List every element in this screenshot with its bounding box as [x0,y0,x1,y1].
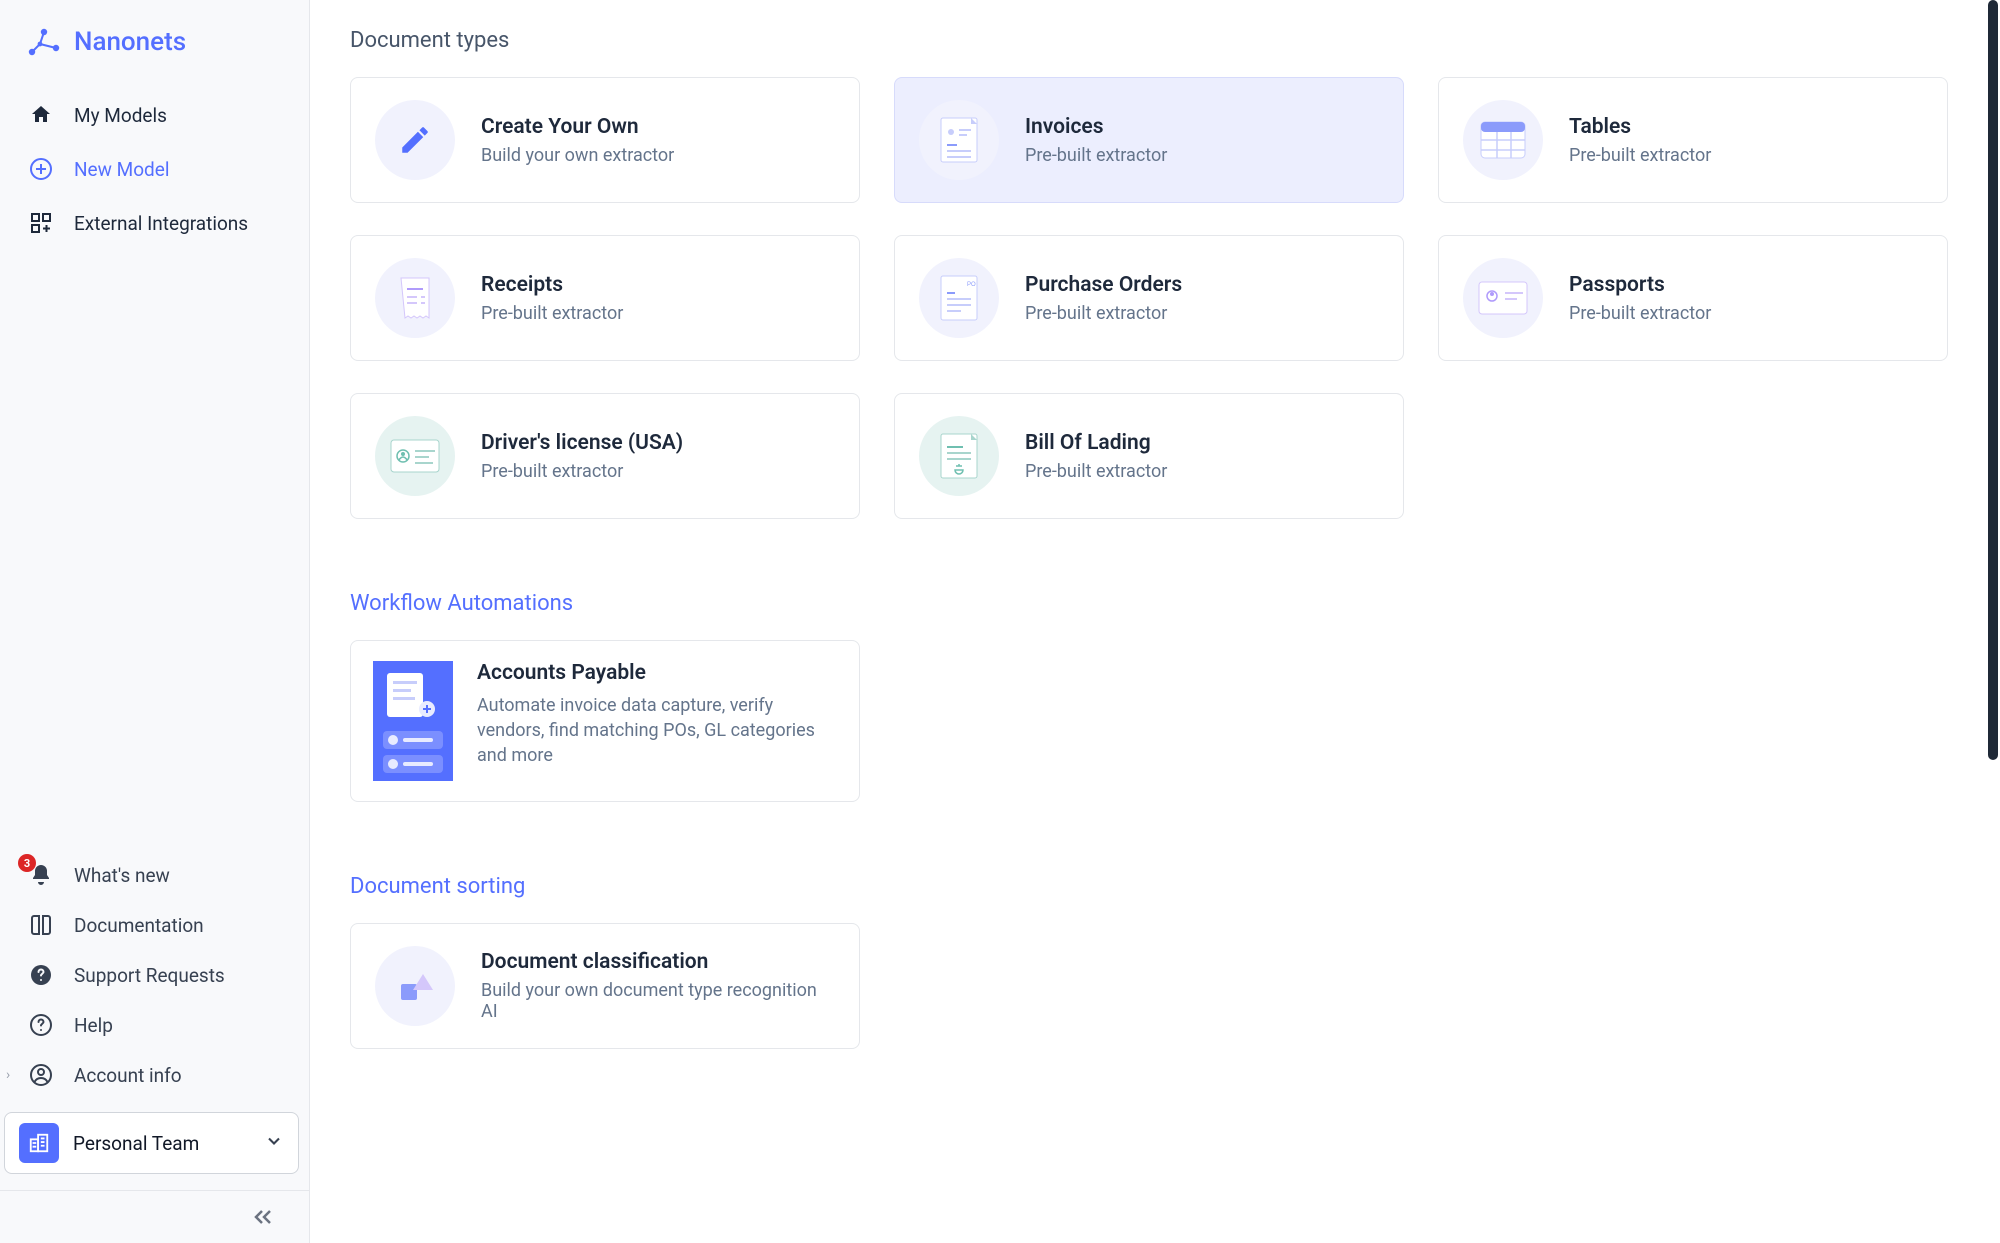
team-icon [19,1123,59,1163]
brand-logo-icon [26,24,62,60]
po-doc-icon: PO [919,258,999,338]
sidebar-item-label: Help [74,1014,113,1037]
sidebar-item-support-requests[interactable]: Support Requests [0,950,309,1000]
card-invoices[interactable]: Invoices Pre-built extractor [894,77,1404,203]
card-subtitle: Build your own document type recognition… [481,980,835,1022]
sidebar-nav-top: My Models New Model External Integration… [0,84,309,250]
grid-add-icon [28,210,54,236]
invoice-doc-icon [919,100,999,180]
team-switcher[interactable]: Personal Team [4,1112,299,1174]
table-doc-icon [1463,100,1543,180]
card-subtitle: Build your own extractor [481,145,674,166]
sidebar-item-label: My Models [74,104,167,127]
plus-circle-icon [28,156,54,182]
card-title: Driver's license (USA) [481,431,683,455]
card-document-classification[interactable]: Document classification Build your own d… [350,923,860,1049]
sidebar-item-external-integrations[interactable]: External Integrations [0,196,309,250]
sidebar-item-my-models[interactable]: My Models [0,88,309,142]
sidebar-item-label: Account info [74,1064,182,1087]
sidebar-item-documentation[interactable]: Documentation [0,900,309,950]
card-passports[interactable]: Passports Pre-built extractor [1438,235,1948,361]
receipt-doc-icon [375,258,455,338]
sidebar-item-label: New Model [74,158,169,181]
sidebar-item-label: External Integrations [74,212,248,235]
sidebar-item-whats-new[interactable]: 3 What's new [0,850,309,900]
card-bill-of-lading[interactable]: Bill Of Lading Pre-built extractor [894,393,1404,519]
document-types-grid: Create Your Own Build your own extractor… [350,77,1960,519]
card-title: Tables [1569,115,1711,139]
card-title: Receipts [481,273,623,297]
card-subtitle: Pre-built extractor [481,303,623,324]
main-content: Document types Create Your Own Build you… [310,0,2000,1243]
page-scrollbar-track[interactable] [1986,0,2000,1243]
sidebar: Nanonets My Models New Model External In… [0,0,310,1243]
card-create-your-own[interactable]: Create Your Own Build your own extractor [350,77,860,203]
section-title-document-sorting[interactable]: Document sorting [350,874,1960,899]
brand-name: Nanonets [74,27,186,57]
document-sorting-grid: Document classification Build your own d… [350,923,1960,1049]
book-icon [28,912,54,938]
card-title: Document classification [481,950,835,974]
card-receipts[interactable]: Receipts Pre-built extractor [350,235,860,361]
card-title: Invoices [1025,115,1167,139]
sidebar-item-label: What's new [74,864,170,887]
brand-logo[interactable]: Nanonets [0,0,309,84]
card-title: Bill Of Lading [1025,431,1167,455]
notification-badge: 3 [18,854,36,872]
card-description: Automate invoice data capture, verify ve… [477,693,837,769]
sidebar-item-new-model[interactable]: New Model [0,142,309,196]
chevron-right-icon: › [6,1067,10,1083]
bol-doc-icon [919,416,999,496]
sidebar-collapse-row [0,1190,309,1243]
card-subtitle: Pre-built extractor [481,461,683,482]
shapes-icon [375,946,455,1026]
card-title: Create Your Own [481,115,674,139]
sidebar-item-help[interactable]: Help [0,1000,309,1050]
section-title-document-types: Document types [350,28,1960,53]
sidebar-nav-bottom: 3 What's new Documentation Support Reque… [0,850,309,1190]
page-scrollbar-thumb[interactable] [1988,0,1998,760]
card-title: Purchase Orders [1025,273,1182,297]
card-title: Passports [1569,273,1711,297]
chevron-down-icon [264,1131,284,1155]
card-tables[interactable]: Tables Pre-built extractor [1438,77,1948,203]
sidebar-item-label: Documentation [74,914,204,937]
accounts-payable-thumb-icon [373,661,453,781]
question-outline-icon [28,1012,54,1038]
card-drivers-license[interactable]: Driver's license (USA) Pre-built extract… [350,393,860,519]
team-label: Personal Team [73,1132,250,1155]
svg-text:PO: PO [967,282,976,288]
question-solid-icon [28,962,54,988]
passport-doc-icon [1463,258,1543,338]
home-icon [28,102,54,128]
card-subtitle: Pre-built extractor [1025,145,1167,166]
collapse-sidebar-icon[interactable] [251,1205,275,1229]
card-subtitle: Pre-built extractor [1569,303,1711,324]
license-doc-icon [375,416,455,496]
card-title: Accounts Payable [477,661,837,685]
card-accounts-payable[interactable]: Accounts Payable Automate invoice data c… [350,640,860,802]
card-subtitle: Pre-built extractor [1025,303,1182,324]
user-circle-icon [28,1062,54,1088]
sidebar-item-label: Support Requests [74,964,225,987]
card-subtitle: Pre-built extractor [1025,461,1167,482]
sidebar-item-account-info[interactable]: › Account info [0,1050,309,1100]
section-title-workflow-automations[interactable]: Workflow Automations [350,591,1960,616]
card-purchase-orders[interactable]: PO Purchase Orders Pre-built extractor [894,235,1404,361]
card-subtitle: Pre-built extractor [1569,145,1711,166]
pencil-icon [375,100,455,180]
